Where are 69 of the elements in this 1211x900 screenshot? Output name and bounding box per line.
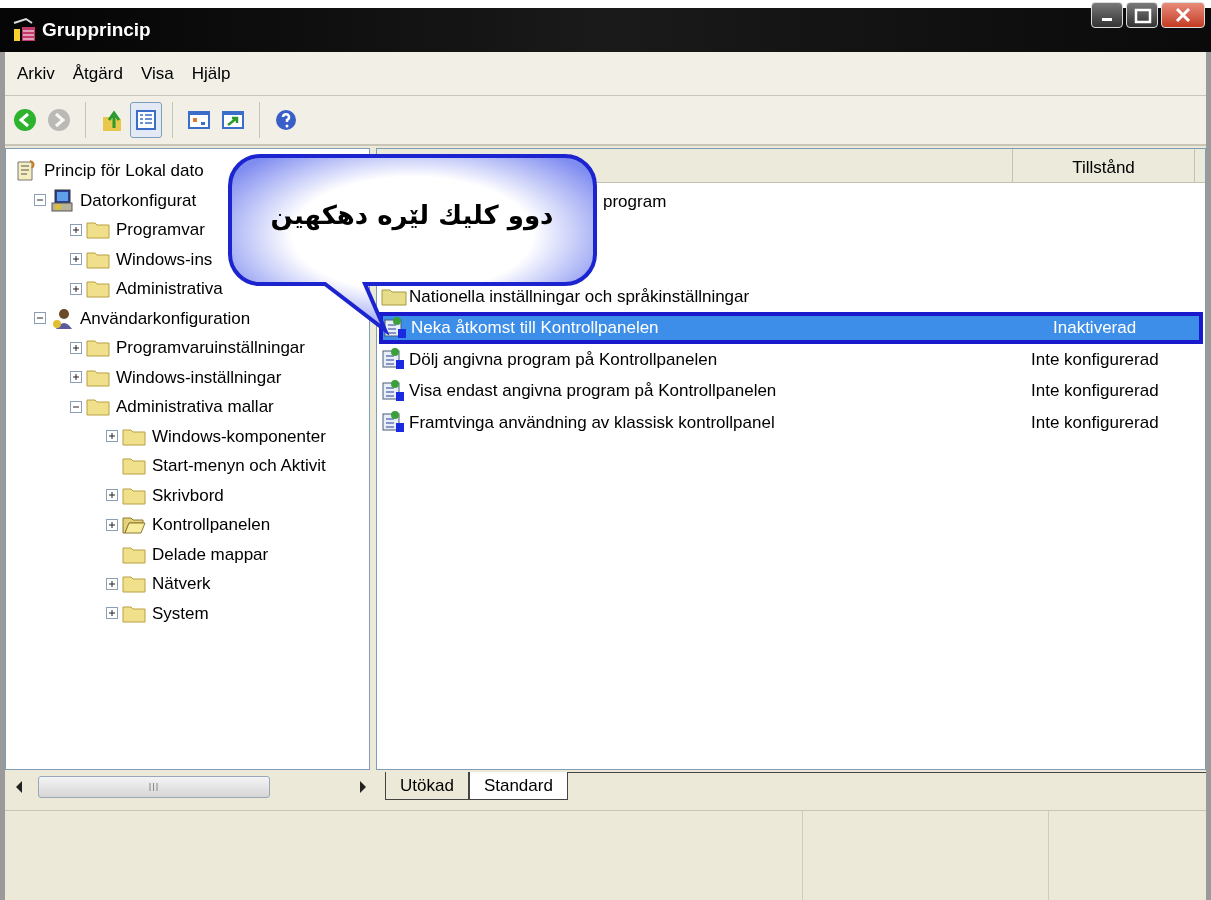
setting-icon bbox=[381, 347, 407, 372]
tree-item[interactable]: Windows-komponenter bbox=[152, 423, 326, 449]
expand-toggle[interactable] bbox=[106, 430, 118, 443]
tree-item[interactable]: Administrativa bbox=[116, 276, 223, 302]
setting-name: Nationella inställningar och språkinställningar bbox=[409, 285, 750, 308]
scrollbar-thumb[interactable] bbox=[37, 776, 270, 798]
collapse-toggle[interactable] bbox=[34, 312, 46, 325]
user-icon bbox=[50, 306, 74, 330]
menu-item[interactable]: Hjälp bbox=[185, 60, 237, 87]
callout-text: دوو كليك لێره دهكهين bbox=[269, 199, 555, 233]
expand-toggle[interactable] bbox=[70, 371, 82, 384]
menu-item[interactable]: Visa bbox=[134, 60, 180, 87]
expand-toggle[interactable] bbox=[70, 341, 82, 354]
setting-name: Visa endast angivna program på Kontrollpanelen bbox=[409, 380, 777, 402]
window-title: Grupprincip bbox=[42, 17, 151, 42]
app-icon bbox=[12, 17, 36, 43]
setting-icon bbox=[381, 378, 407, 403]
list-row[interactable]: Framtvinga användning av klassisk kontrollpanel Inte konfigurerad bbox=[381, 406, 1201, 438]
scroll-right-icon[interactable] bbox=[358, 781, 367, 793]
close-button[interactable] bbox=[1161, 2, 1205, 28]
tree-item[interactable]: Windows-inställningar bbox=[116, 364, 282, 390]
tree-item[interactable]: Windows-ins bbox=[116, 246, 213, 272]
list-row[interactable]: Dölj angivna program på Kontrollpanelen Inte konfigurerad bbox=[381, 343, 1201, 375]
menu-item[interactable]: Arkiv bbox=[11, 60, 61, 87]
state-text: Inaktiverad bbox=[1053, 318, 1137, 337]
expand-toggle[interactable] bbox=[106, 489, 118, 502]
tree-item[interactable]: Start-menyn och Aktivit bbox=[152, 453, 326, 479]
tree-pane-icon[interactable] bbox=[134, 108, 158, 132]
setting-icon bbox=[381, 410, 407, 435]
toolbar-button[interactable] bbox=[130, 102, 162, 138]
setting-name: Dölj angivna program på Kontrollpanelen bbox=[409, 348, 718, 371]
expand-toggle[interactable] bbox=[70, 223, 82, 236]
setting-name: Framtvinga användning av klassisk kontrollpanel bbox=[409, 411, 775, 434]
tree-item[interactable]: Princip för Lokal dato bbox=[44, 158, 204, 184]
setting-name: Neka åtkomst till Kontrollpanelen bbox=[411, 317, 659, 339]
collapse-toggle[interactable] bbox=[70, 400, 82, 413]
state-text: Inte konfigurerad bbox=[1031, 381, 1159, 400]
tree-item[interactable]: System bbox=[152, 600, 209, 626]
expand-toggle[interactable] bbox=[106, 518, 118, 531]
folder-up-icon[interactable] bbox=[100, 108, 124, 132]
tree-item[interactable]: Programvar bbox=[116, 217, 205, 243]
expand-toggle[interactable] bbox=[70, 282, 82, 295]
expand-toggle[interactable] bbox=[106, 577, 118, 590]
list-row[interactable]: Visa endast angivna program på Kontrollpanelen Inte konfigurerad bbox=[381, 375, 1201, 407]
tree-item[interactable]: Nätverk bbox=[152, 571, 211, 597]
list-item[interactable]: program bbox=[603, 189, 667, 215]
expand-toggle[interactable] bbox=[106, 607, 118, 620]
export-window-icon[interactable] bbox=[221, 108, 245, 132]
grip-icon bbox=[149, 783, 159, 791]
tree-item[interactable]: Datorkonfigurat bbox=[80, 187, 197, 213]
tree-item[interactable]: Delade mappar bbox=[152, 541, 269, 567]
tree-item[interactable]: Skrivbord bbox=[152, 482, 224, 508]
help-icon[interactable] bbox=[274, 108, 298, 132]
state-text: Inte konfigurerad bbox=[1031, 412, 1159, 432]
tab[interactable]: Utökad bbox=[385, 772, 469, 800]
window-icon[interactable] bbox=[187, 108, 211, 132]
state-text: Inte konfigurerad bbox=[1031, 349, 1159, 369]
expand-toggle[interactable] bbox=[70, 253, 82, 266]
collapse-toggle[interactable] bbox=[34, 194, 46, 207]
tab[interactable]: Standard bbox=[468, 772, 568, 800]
setting-icon bbox=[383, 315, 409, 340]
scroll-left-icon[interactable] bbox=[15, 781, 23, 793]
tree-item[interactable]: Kontrollpanelen bbox=[152, 512, 271, 538]
tree-item[interactable]: Användarkonfiguration bbox=[80, 305, 251, 331]
computer-icon bbox=[50, 188, 74, 212]
tree-item[interactable]: Administrativa mallar bbox=[116, 394, 274, 420]
menu-item[interactable]: Åtgärd bbox=[66, 60, 129, 87]
list-row[interactable]: Nationella inställningar och språkinställningar bbox=[381, 280, 1201, 312]
tree-item[interactable]: Programvaruinställningar bbox=[116, 335, 305, 361]
